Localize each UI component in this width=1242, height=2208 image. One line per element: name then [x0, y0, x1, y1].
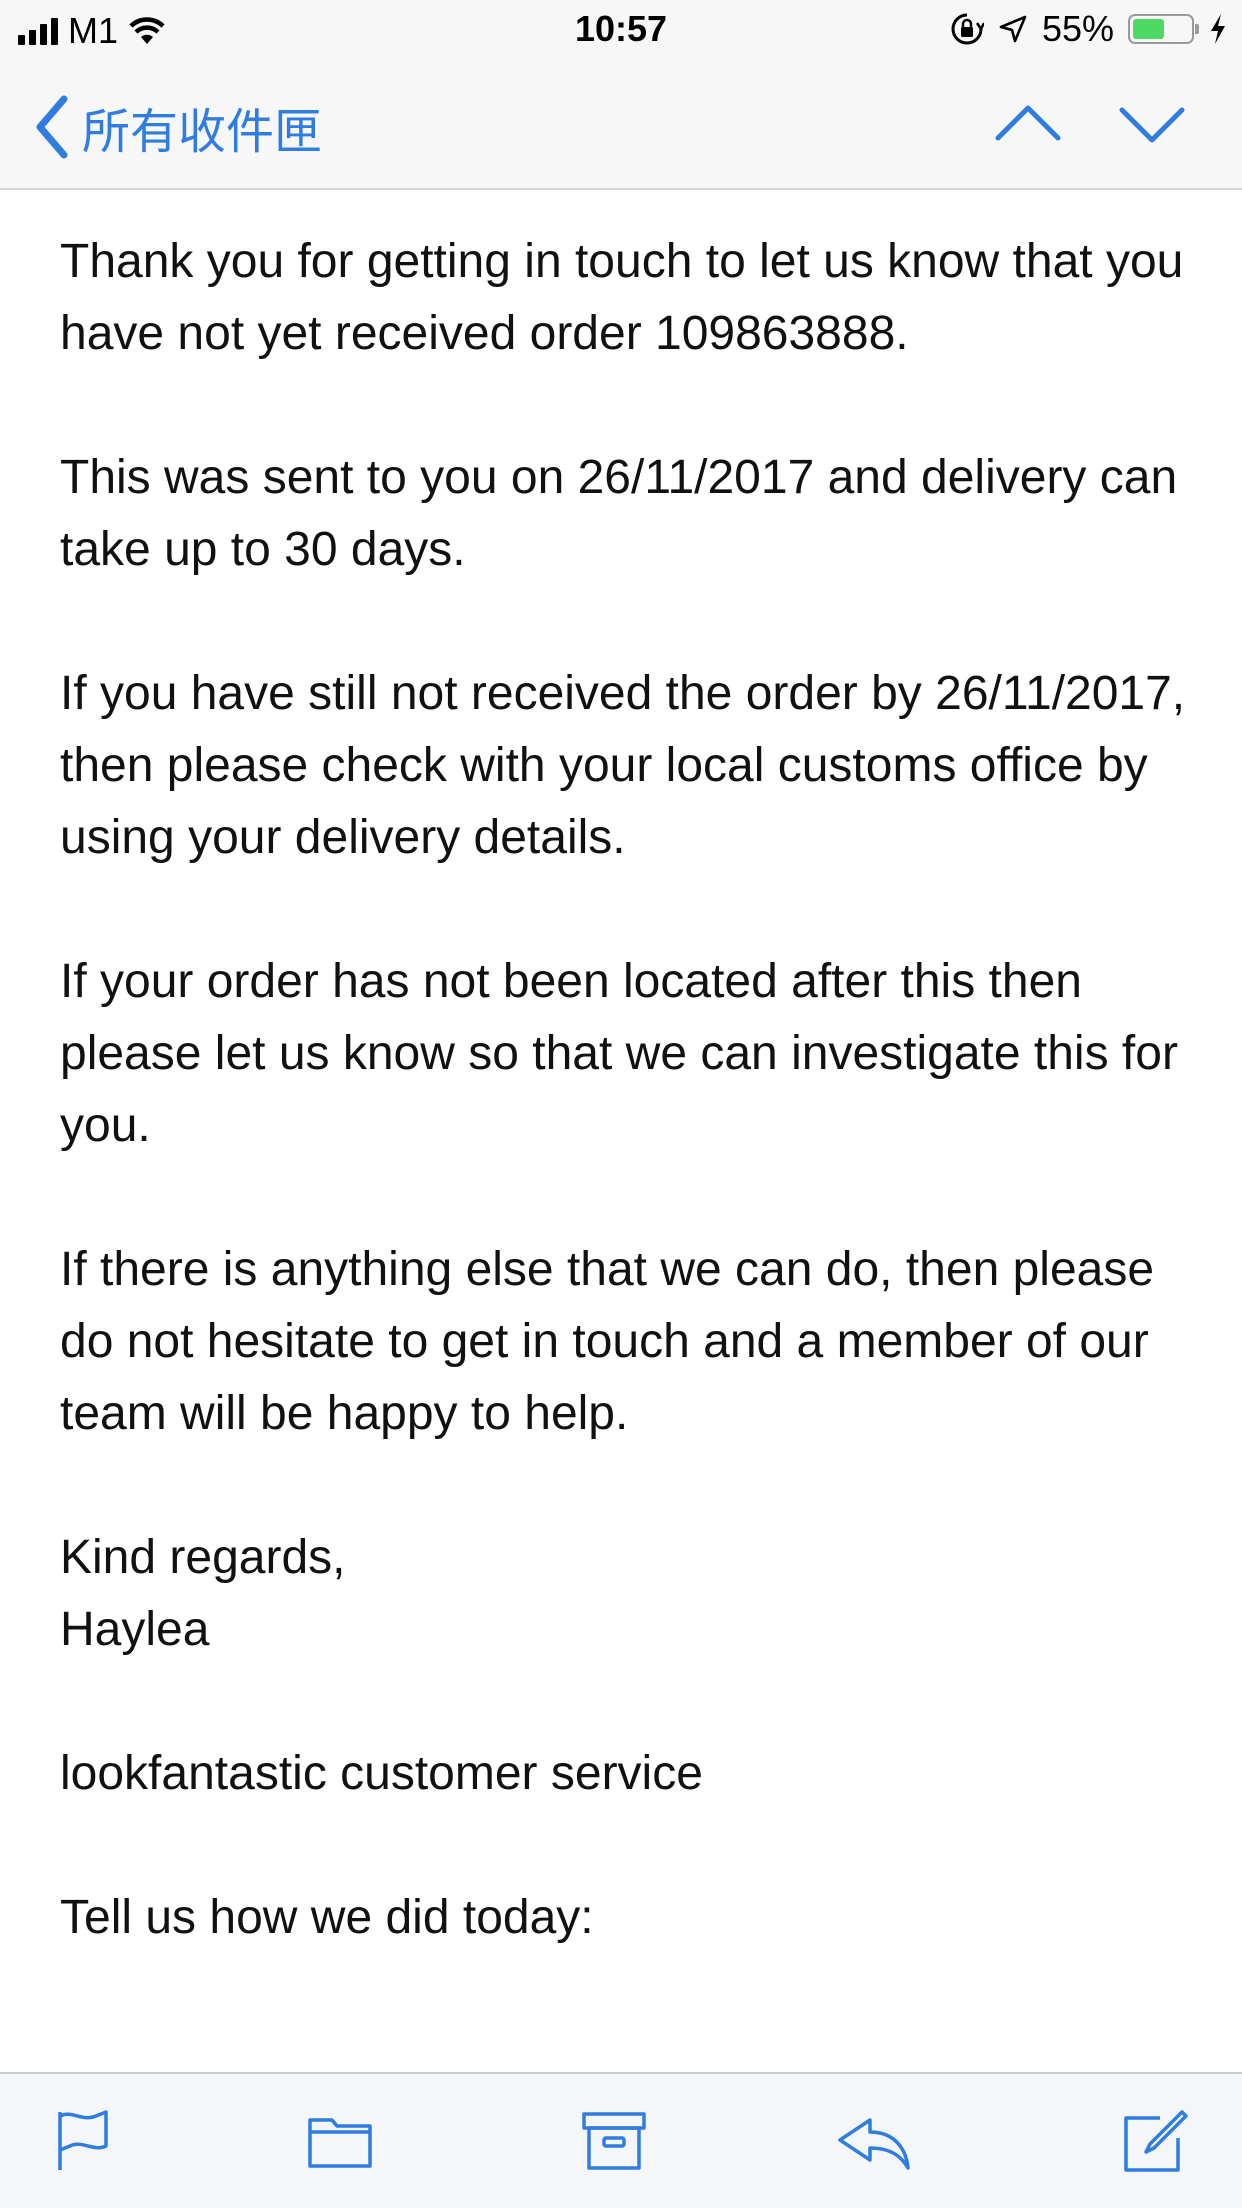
status-right: 55%: [950, 8, 1228, 50]
previous-message-button[interactable]: [994, 98, 1062, 150]
flag-icon: [58, 2110, 108, 2170]
folder-icon: [308, 2118, 372, 2168]
navigation-bar: 所有收件匣: [0, 62, 1242, 190]
reply-icon: [838, 2118, 910, 2170]
chevron-left-icon: [36, 95, 68, 159]
signoff: Kind regards,: [60, 1531, 346, 1584]
next-message-button[interactable]: [1118, 98, 1186, 150]
survey-prompt: Tell us how we did today:: [60, 1891, 594, 1944]
back-button-label: 所有收件匣: [82, 106, 323, 159]
back-button[interactable]: 所有收件匣: [34, 92, 322, 162]
battery-level-fill: [1133, 19, 1164, 39]
email-paragraph: If your order has not been located after…: [60, 955, 1178, 1152]
battery-icon: [1128, 14, 1199, 44]
company-name: lookfantastic customer service: [60, 1747, 703, 1800]
email-paragraph: If there is anything else that we can do…: [60, 1243, 1155, 1440]
move-to-folder-button[interactable]: [306, 2108, 376, 2174]
compose-icon: [1124, 2110, 1188, 2172]
email-signature: Kind regards, Haylea: [60, 1522, 1200, 1666]
email-paragraph: Thank you for getting in touch to let us…: [60, 235, 1184, 360]
orientation-lock-icon: [951, 13, 984, 45]
bottom-toolbar: [0, 2072, 1242, 2208]
battery-percent: 55%: [1041, 8, 1114, 49]
flag-button[interactable]: [50, 2108, 120, 2174]
email-paragraph: This was sent to you on 26/11/2017 and d…: [60, 451, 1178, 576]
email-body: Thank you for getting in touch to let us…: [60, 226, 1200, 2026]
signer-name: Haylea: [60, 1603, 210, 1656]
location-icon: [999, 15, 1027, 43]
status-bar: M1 10:57 55%: [0, 0, 1242, 62]
charging-icon: [1211, 14, 1225, 44]
archive-icon: [582, 2112, 646, 2170]
email-paragraph: If you have still not received the order…: [60, 667, 1186, 864]
archive-button[interactable]: [580, 2108, 650, 2174]
chevron-up-icon: [995, 105, 1061, 141]
chevron-down-icon: [1119, 107, 1185, 143]
compose-button[interactable]: [1120, 2108, 1190, 2174]
reply-button[interactable]: [834, 2108, 914, 2174]
